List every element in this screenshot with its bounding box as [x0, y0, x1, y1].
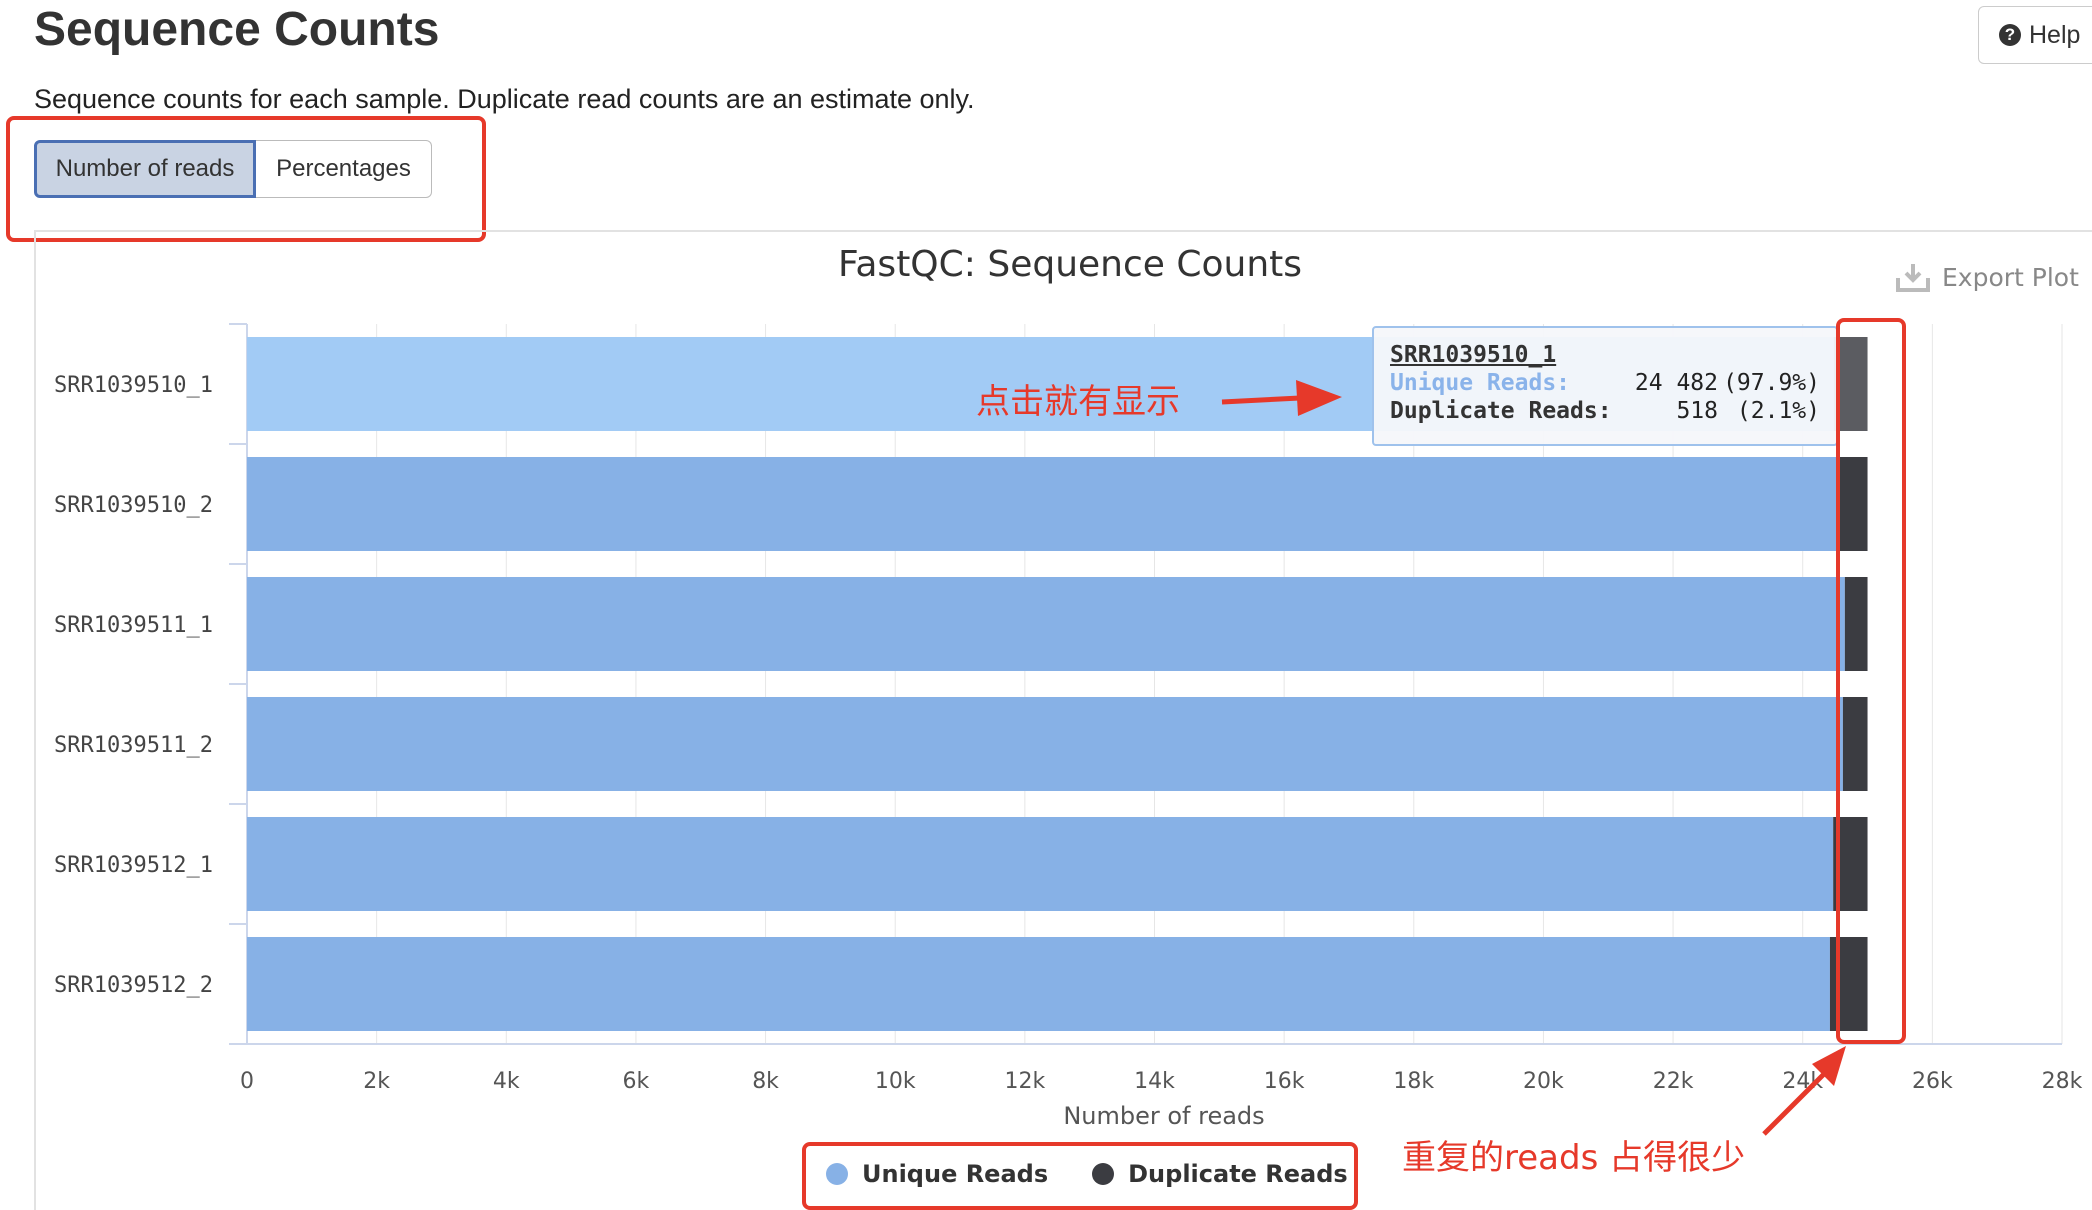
x-axis-label: Number of reads [1063, 1102, 1264, 1130]
y-category-label: SRR1039511_1 [54, 613, 213, 638]
tooltip-unique-value: 24 482 [1634, 370, 1718, 396]
tooltip-unique-label: Unique Reads: [1390, 370, 1571, 396]
x-tick-label: 0 [240, 1069, 254, 1094]
tooltip-sample-name: SRR1039510_1 [1390, 342, 1557, 368]
y-category-label: SRR1039511_2 [54, 733, 213, 758]
x-tick-label: 4k [493, 1069, 520, 1094]
bar-tooltip: SRR1039510_1 Unique Reads: 24 482 (97.9%… [1372, 326, 1838, 446]
annotation-box-duplicates [1836, 318, 1906, 1044]
tooltip-duplicate-label: Duplicate Reads: [1390, 398, 1612, 424]
tooltip-duplicate-pct: (2.1%) [1736, 398, 1820, 424]
x-tick-label: 26k [1912, 1069, 1953, 1094]
tooltip-duplicate-value: 518 [1676, 398, 1718, 424]
x-tick-label: 16k [1264, 1069, 1305, 1094]
tooltip-unique-pct: (97.9%) [1723, 370, 1820, 396]
bar-unique-reads[interactable] [247, 697, 1843, 791]
y-category-label: SRR1039512_2 [54, 973, 213, 998]
y-category-label: SRR1039510_1 [54, 373, 213, 398]
y-category-label: SRR1039512_1 [54, 853, 213, 878]
x-tick-label: 8k [752, 1069, 779, 1094]
x-tick-label: 6k [623, 1069, 650, 1094]
x-tick-label: 2k [363, 1069, 390, 1094]
x-tick-label: 20k [1523, 1069, 1564, 1094]
x-tick-label: 18k [1393, 1069, 1434, 1094]
x-tick-label: 22k [1653, 1069, 1694, 1094]
bar-unique-reads[interactable] [247, 457, 1840, 551]
bar-unique-reads[interactable] [247, 937, 1830, 1031]
x-tick-label: 28k [2042, 1069, 2083, 1094]
bar-unique-reads[interactable] [247, 817, 1834, 911]
annotation-duplicate-note: 重复的reads 占得很少 [1402, 1138, 1746, 1178]
y-category-label: SRR1039510_2 [54, 493, 213, 518]
bar-unique-reads[interactable] [247, 577, 1845, 671]
x-tick-label: 10k [875, 1069, 916, 1094]
x-tick-label: 12k [1004, 1069, 1045, 1094]
sequence-counts-chart: SRR1039510_1 SRR1039510_2 SRR1039511_1 SRR1… [54, 323, 2083, 1136]
x-tick-label: 14k [1134, 1069, 1175, 1094]
annotation-click-note: 点击就有显示 [976, 382, 1180, 422]
annotation-box-legend [802, 1142, 1358, 1210]
